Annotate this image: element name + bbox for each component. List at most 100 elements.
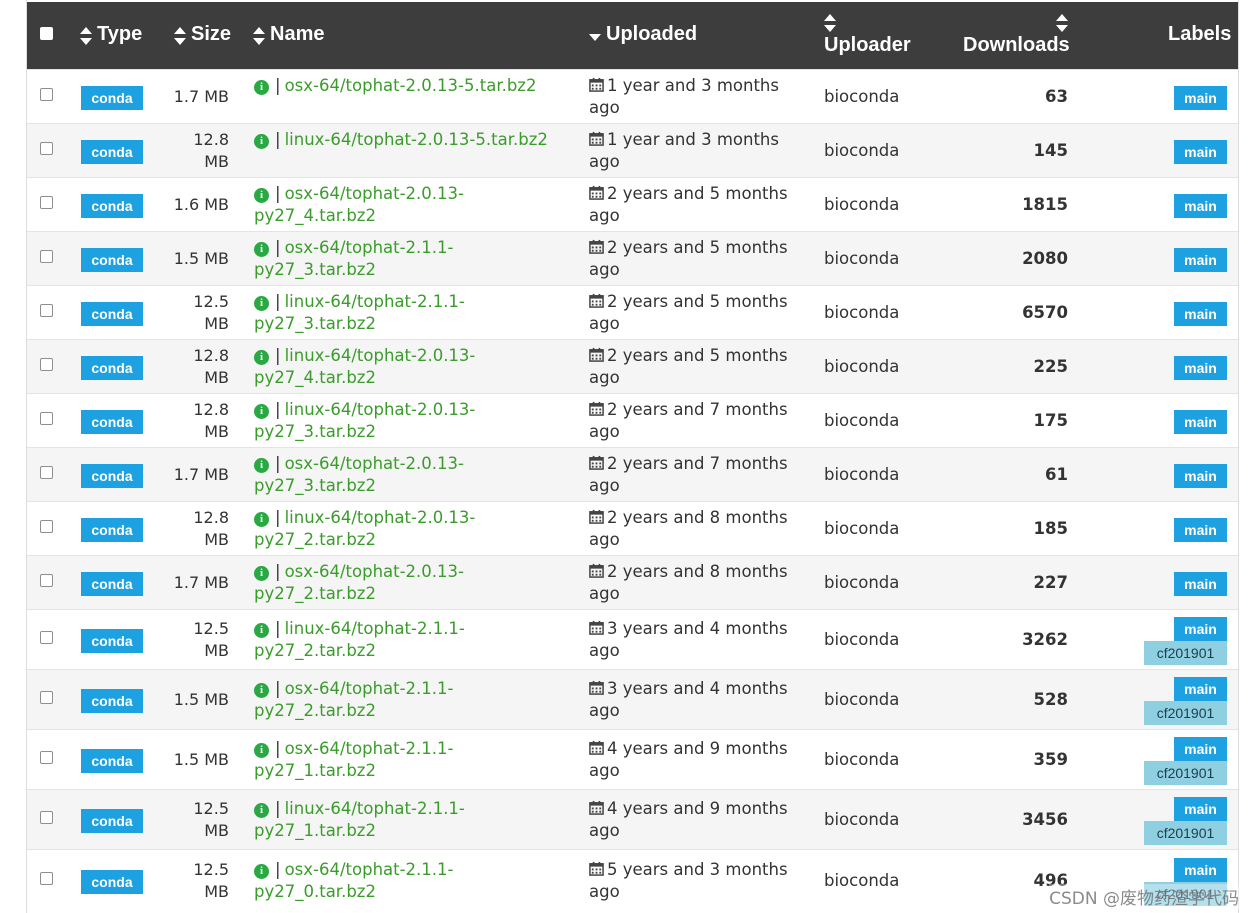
info-circle-icon[interactable]: i (254, 404, 269, 419)
file-link-cont[interactable]: py27_2.tar.bz2 (254, 641, 376, 660)
row-checkbox[interactable] (40, 520, 53, 533)
label-main[interactable]: main (1174, 194, 1227, 218)
uploader-name[interactable]: bioconda (824, 86, 899, 108)
uploader-name[interactable]: bioconda (824, 629, 899, 651)
label-cf201901[interactable]: cf201901 (1144, 821, 1227, 845)
info-circle-icon[interactable]: i (254, 458, 269, 473)
uploader-name[interactable]: bioconda (824, 809, 899, 831)
row-checkbox[interactable] (40, 304, 53, 317)
row-checkbox[interactable] (40, 872, 53, 885)
file-link[interactable]: linux-64/tophat-2.0.13-5.tar.bz2 (285, 130, 548, 149)
file-link[interactable]: osx-64/tophat-2.1.1- (285, 860, 454, 879)
header-downloads[interactable]: Downloads (963, 34, 1070, 57)
header-name[interactable]: Name (270, 23, 324, 46)
file-link[interactable]: osx-64/tophat-2.0.13- (285, 184, 464, 203)
sort-both-icon[interactable] (1056, 14, 1068, 32)
uploader-name[interactable]: bioconda (824, 689, 899, 711)
info-circle-icon[interactable]: i (254, 134, 269, 149)
info-circle-icon[interactable]: i (254, 512, 269, 527)
info-circle-icon[interactable]: i (254, 188, 269, 203)
sort-both-icon[interactable] (824, 14, 836, 32)
info-circle-icon[interactable]: i (254, 350, 269, 365)
row-checkbox[interactable] (40, 631, 53, 644)
sort-down-icon[interactable] (589, 29, 601, 47)
label-main[interactable]: main (1174, 86, 1227, 110)
uploader-name[interactable]: bioconda (824, 356, 899, 378)
label-main[interactable]: main (1174, 302, 1227, 326)
uploader-name[interactable]: bioconda (824, 140, 899, 162)
uploader-name[interactable]: bioconda (824, 518, 899, 540)
file-link-cont[interactable]: py27_1.tar.bz2 (254, 821, 376, 840)
info-circle-icon[interactable]: i (254, 566, 269, 581)
file-link-cont[interactable]: py27_4.tar.bz2 (254, 368, 376, 387)
label-cf201901[interactable]: cf201901 (1144, 701, 1227, 725)
uploader-name[interactable]: bioconda (824, 464, 899, 486)
header-uploader[interactable]: Uploader (824, 34, 911, 57)
file-link[interactable]: linux-64/tophat-2.1.1- (285, 292, 465, 311)
header-size[interactable]: Size (191, 23, 231, 46)
uploader-name[interactable]: bioconda (824, 870, 899, 892)
info-circle-icon[interactable]: i (254, 623, 269, 638)
uploader-name[interactable]: bioconda (824, 194, 899, 216)
file-link-cont[interactable]: py27_0.tar.bz2 (254, 882, 376, 901)
label-main[interactable]: main (1174, 737, 1227, 761)
uploader-name[interactable]: bioconda (824, 749, 899, 771)
uploader-name[interactable]: bioconda (824, 248, 899, 270)
file-link[interactable]: linux-64/tophat-2.0.13- (285, 346, 476, 365)
row-checkbox[interactable] (40, 196, 53, 209)
row-checkbox[interactable] (40, 412, 53, 425)
row-checkbox[interactable] (40, 88, 53, 101)
sort-both-icon[interactable] (174, 27, 186, 45)
label-main[interactable]: main (1174, 617, 1227, 641)
info-circle-icon[interactable]: i (254, 803, 269, 818)
label-main[interactable]: main (1174, 677, 1227, 701)
file-link-cont[interactable]: py27_3.tar.bz2 (254, 260, 376, 279)
label-main[interactable]: main (1174, 140, 1227, 164)
row-checkbox[interactable] (40, 574, 53, 587)
row-checkbox[interactable] (40, 466, 53, 479)
row-checkbox[interactable] (40, 751, 53, 764)
file-link-cont[interactable]: py27_2.tar.bz2 (254, 584, 376, 603)
file-link[interactable]: linux-64/tophat-2.0.13- (285, 400, 476, 419)
file-link[interactable]: osx-64/tophat-2.1.1- (285, 739, 454, 758)
header-type[interactable]: Type (97, 23, 142, 46)
file-link-cont[interactable]: py27_3.tar.bz2 (254, 422, 376, 441)
file-link-cont[interactable]: py27_2.tar.bz2 (254, 530, 376, 549)
uploader-name[interactable]: bioconda (824, 302, 899, 324)
file-link-cont[interactable]: py27_2.tar.bz2 (254, 701, 376, 720)
info-circle-icon[interactable]: i (254, 683, 269, 698)
row-checkbox[interactable] (40, 691, 53, 704)
file-link[interactable]: osx-64/tophat-2.1.1- (285, 238, 454, 257)
sort-both-icon[interactable] (80, 27, 92, 45)
file-link[interactable]: osx-64/tophat-2.1.1- (285, 679, 454, 698)
select-all-checkbox[interactable] (40, 27, 53, 40)
row-checkbox[interactable] (40, 250, 53, 263)
label-main[interactable]: main (1174, 858, 1227, 882)
header-uploaded[interactable]: Uploaded (606, 23, 697, 46)
uploader-name[interactable]: bioconda (824, 572, 899, 594)
info-circle-icon[interactable]: i (254, 296, 269, 311)
label-main[interactable]: main (1174, 410, 1227, 434)
label-cf201901[interactable]: cf201901 (1144, 761, 1227, 785)
label-main[interactable]: main (1174, 464, 1227, 488)
info-circle-icon[interactable]: i (254, 864, 269, 879)
file-link[interactable]: osx-64/tophat-2.0.13- (285, 454, 464, 473)
file-link-cont[interactable]: py27_4.tar.bz2 (254, 206, 376, 225)
file-link[interactable]: linux-64/tophat-2.1.1- (285, 619, 465, 638)
label-cf201901[interactable]: cf201901 (1144, 641, 1227, 665)
row-checkbox[interactable] (40, 142, 53, 155)
info-circle-icon[interactable]: i (254, 242, 269, 257)
file-link[interactable]: linux-64/tophat-2.0.13- (285, 508, 476, 527)
row-checkbox[interactable] (40, 811, 53, 824)
file-link-cont[interactable]: py27_3.tar.bz2 (254, 476, 376, 495)
file-link[interactable]: linux-64/tophat-2.1.1- (285, 799, 465, 818)
label-main[interactable]: main (1174, 248, 1227, 272)
uploader-name[interactable]: bioconda (824, 410, 899, 432)
sort-both-icon[interactable] (253, 27, 265, 45)
info-circle-icon[interactable]: i (254, 743, 269, 758)
file-link[interactable]: osx-64/tophat-2.0.13-5.tar.bz2 (285, 76, 537, 95)
label-main[interactable]: main (1174, 797, 1227, 821)
file-link-cont[interactable]: py27_3.tar.bz2 (254, 314, 376, 333)
label-main[interactable]: main (1174, 572, 1227, 596)
row-checkbox[interactable] (40, 358, 53, 371)
